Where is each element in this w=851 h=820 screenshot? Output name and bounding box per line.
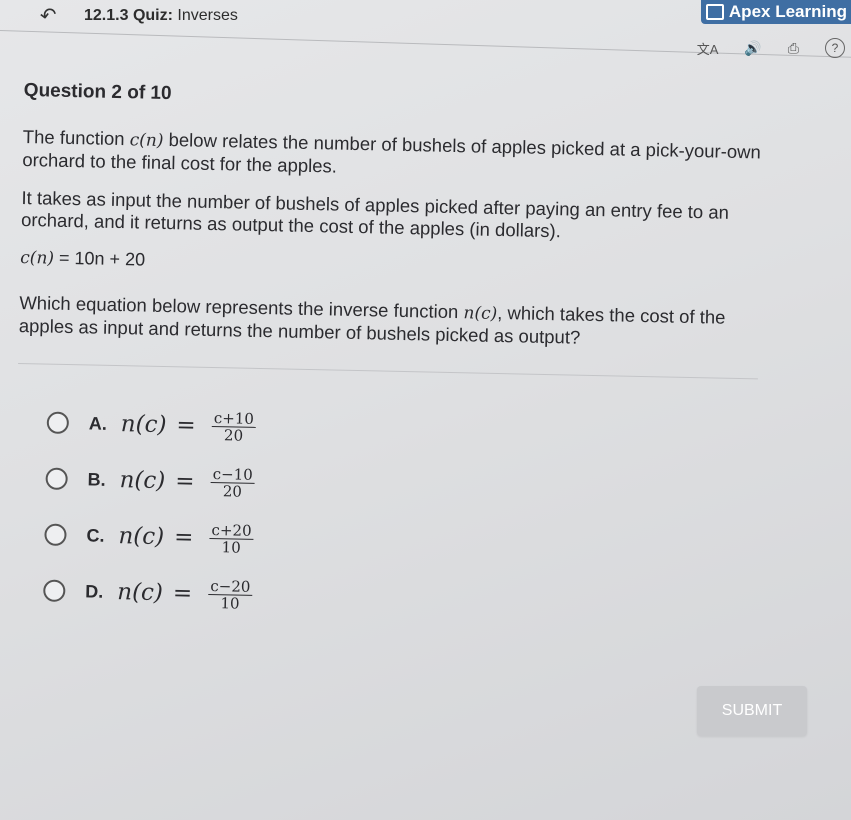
translate-icon[interactable]: 文A	[697, 39, 719, 58]
submit-button[interactable]: SUBMIT	[697, 686, 807, 736]
radio-button[interactable]	[43, 579, 66, 602]
quiz-title: 12.1.3 Quiz: Inverses	[84, 7, 238, 25]
option-letter: A.	[88, 412, 108, 434]
quiz-name: Inverses	[177, 7, 238, 24]
denominator: 10	[221, 537, 241, 557]
quiz-label: Quiz:	[132, 7, 173, 24]
fraction: c−10 20	[210, 464, 255, 501]
fraction: c+10 20	[211, 408, 257, 445]
numerator: c+20	[209, 520, 254, 540]
question-prompt: Which equation below represents the inve…	[18, 291, 726, 348]
function-name: c(n)	[129, 130, 164, 151]
question-divider	[18, 362, 758, 380]
radio-button[interactable]	[45, 467, 68, 490]
toolbar: 文A 🔊 ⎙ ?	[697, 38, 845, 58]
option-letter: B.	[87, 468, 106, 490]
brand-logo: Apex Learning	[701, 0, 851, 24]
help-icon[interactable]: ?	[825, 38, 845, 58]
option-equation: n(c) = c+10 20	[120, 408, 257, 445]
option-equation: n(c) = c+20 10	[118, 520, 254, 557]
question-paragraph-1: The function c(n) below relates the numb…	[22, 125, 762, 177]
numerator: c−20	[208, 576, 253, 596]
option-equation: n(c) = c−20 10	[117, 576, 253, 613]
audio-icon[interactable]: 🔊	[744, 40, 761, 57]
question-panel: Question 2 of 10 The function c(n) below…	[13, 80, 764, 633]
fraction: c+20 10	[209, 520, 254, 557]
back-arrow-icon[interactable]: ↶	[38, 2, 59, 29]
inverse-function-name: n(c)	[463, 303, 498, 324]
fraction: c−20 10	[208, 576, 253, 613]
denominator: 20	[223, 425, 244, 445]
brand-name: Apex Learning	[728, 2, 847, 21]
question-paragraph-2: It takes as input the number of bushels …	[20, 186, 730, 242]
answer-options: A. n(c) = c+10 20 B. n(c) = c−10 20 C. n…	[43, 395, 758, 634]
print-icon[interactable]: ⎙	[788, 40, 799, 57]
option-letter: C.	[86, 524, 105, 546]
option-equation: n(c) = c−10 20	[119, 464, 255, 501]
radio-button[interactable]	[44, 523, 67, 546]
question-number: Question 2 of 10	[23, 80, 172, 105]
numerator: c−10	[210, 464, 255, 484]
quiz-code: 12.1.3	[84, 7, 129, 24]
denominator: 10	[220, 593, 240, 613]
given-equation: c(n) = 10n + 20	[20, 247, 146, 270]
apex-logo-icon	[705, 4, 724, 20]
radio-button[interactable]	[46, 411, 70, 435]
numerator: c+10	[211, 408, 257, 428]
option-letter: D.	[85, 580, 104, 602]
denominator: 20	[222, 481, 243, 501]
